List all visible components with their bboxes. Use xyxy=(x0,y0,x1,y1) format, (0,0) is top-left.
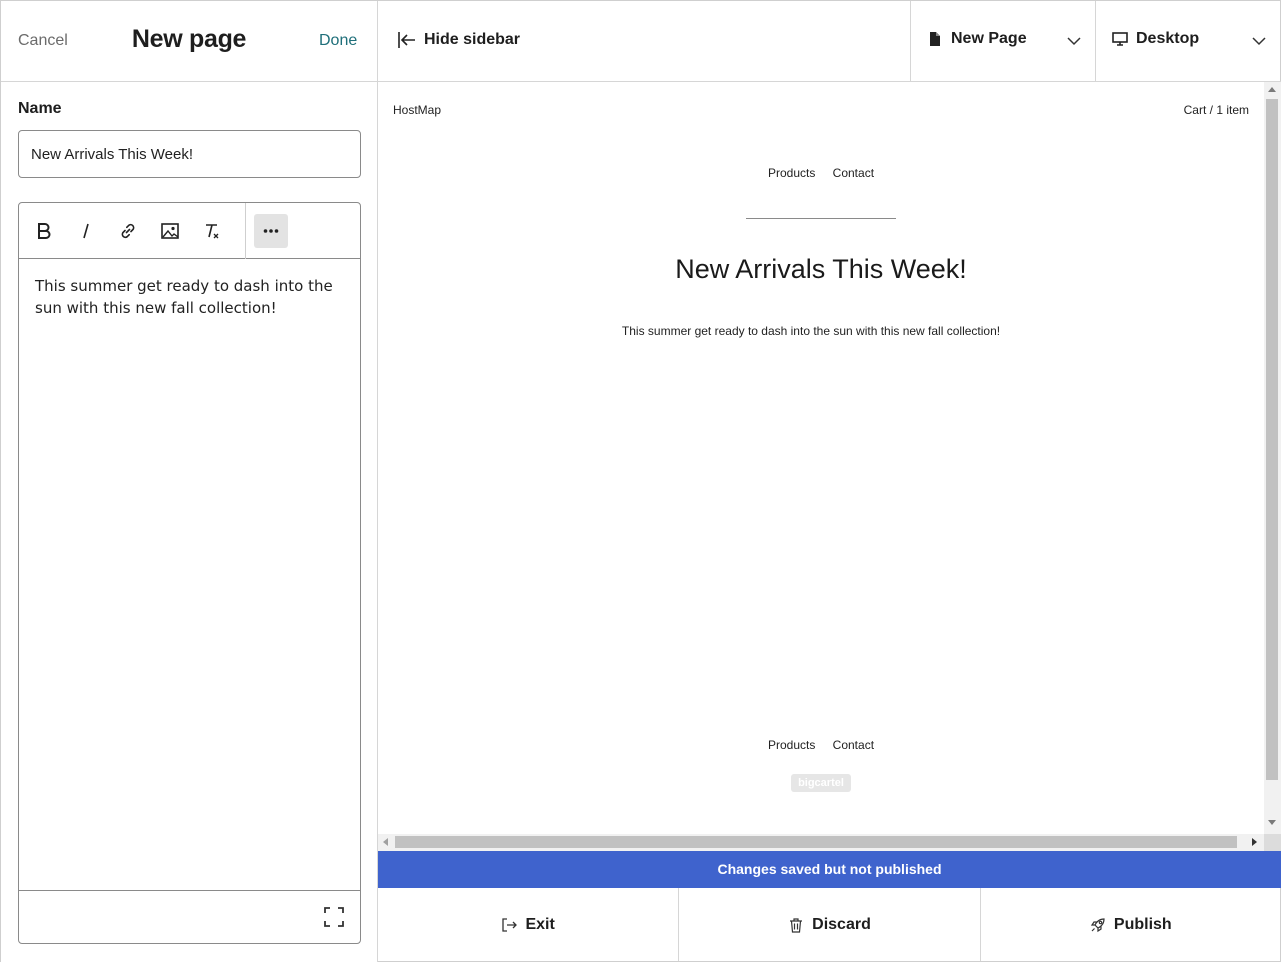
preview-footer-nav: Products Contact xyxy=(378,738,1264,752)
editor-toolbar xyxy=(19,203,360,259)
more-button[interactable] xyxy=(254,214,288,248)
editor-content[interactable]: This summer get ready to dash into the s… xyxy=(35,275,347,319)
name-label: Name xyxy=(18,100,62,117)
rich-text-editor: This summer get ready to dash into the s… xyxy=(18,202,361,944)
page-select[interactable]: New Page xyxy=(910,1,1096,81)
scroll-left-arrow[interactable] xyxy=(383,838,388,846)
link-button[interactable] xyxy=(111,214,145,248)
italic-button[interactable] xyxy=(69,214,103,248)
scroll-down-arrow[interactable] xyxy=(1268,820,1276,825)
preview-footer-contact[interactable]: Contact xyxy=(833,738,874,752)
action-bar: Exit Discard Publish xyxy=(378,888,1281,961)
trash-icon xyxy=(790,917,803,933)
horizontal-scroll-thumb[interactable] xyxy=(395,836,1237,848)
bigcartel-badge[interactable]: bigcartel xyxy=(791,774,851,792)
sidebar: Cancel New page Done Name New Arrivals T… xyxy=(1,1,378,962)
preview-body-text: This summer get ready to dash into the s… xyxy=(621,324,1001,338)
toolbar-divider xyxy=(245,203,246,259)
link-icon xyxy=(121,223,135,239)
exit-icon xyxy=(502,917,518,932)
status-banner: Changes saved but not published xyxy=(378,851,1281,888)
scrollbar-corner xyxy=(1264,834,1281,851)
discard-button[interactable]: Discard xyxy=(679,888,981,961)
exit-label: Exit xyxy=(525,915,555,933)
more-icon xyxy=(263,229,279,233)
collapse-left-icon xyxy=(398,32,415,48)
hide-sidebar-label: Hide sidebar xyxy=(424,31,521,48)
hide-sidebar-button[interactable]: Hide sidebar xyxy=(396,29,520,51)
vertical-scroll-thumb[interactable] xyxy=(1266,99,1278,780)
publish-label: Publish xyxy=(1113,915,1172,933)
bold-icon xyxy=(38,223,51,239)
vertical-scrollbar[interactable] xyxy=(1264,82,1281,834)
chevron-down-icon xyxy=(1252,37,1266,46)
scroll-right-arrow[interactable] xyxy=(1252,838,1257,846)
preview-nav-products[interactable]: Products xyxy=(768,166,815,180)
device-select-label: Desktop xyxy=(1136,30,1200,47)
discard-label: Discard xyxy=(812,915,871,933)
desktop-icon xyxy=(1112,32,1128,46)
expand-icon[interactable] xyxy=(322,905,346,929)
publish-button[interactable]: Publish xyxy=(981,888,1281,961)
preview-nav-contact[interactable]: Contact xyxy=(833,166,874,180)
preview-topbar: Hide sidebar New Page Desktop xyxy=(378,1,1281,82)
chevron-down-icon xyxy=(1067,37,1081,46)
page-icon xyxy=(930,32,940,46)
preview-footer-products[interactable]: Products xyxy=(768,738,815,752)
image-icon xyxy=(161,223,179,239)
device-select[interactable]: Desktop xyxy=(1095,1,1281,81)
preview-store-name[interactable]: HostMap xyxy=(393,103,441,117)
clear-format-icon xyxy=(206,224,219,239)
done-button[interactable]: Done xyxy=(319,32,357,50)
exit-button[interactable]: Exit xyxy=(378,888,680,961)
italic-icon xyxy=(83,223,89,239)
store-preview: HostMap Cart / 1 item Products Contact N… xyxy=(378,82,1264,834)
sidebar-header: Cancel New page Done xyxy=(1,1,377,82)
editor-footer xyxy=(19,890,360,943)
bold-button[interactable] xyxy=(27,214,61,248)
rocket-icon xyxy=(1090,917,1105,932)
page-select-label: New Page xyxy=(951,30,1027,47)
scroll-up-arrow[interactable] xyxy=(1268,87,1276,92)
preview-cart-link[interactable]: Cart / 1 item xyxy=(1184,103,1249,117)
image-button[interactable] xyxy=(153,214,187,248)
app-window: Cancel New page Done Name New Arrivals T… xyxy=(0,0,1281,962)
preview-heading: New Arrivals This Week! xyxy=(675,254,967,284)
clear-format-button[interactable] xyxy=(195,214,229,248)
preview-nav: Products Contact xyxy=(378,166,1264,180)
name-input[interactable] xyxy=(18,130,361,178)
horizontal-scrollbar[interactable] xyxy=(378,834,1264,851)
preview-divider xyxy=(746,218,896,219)
